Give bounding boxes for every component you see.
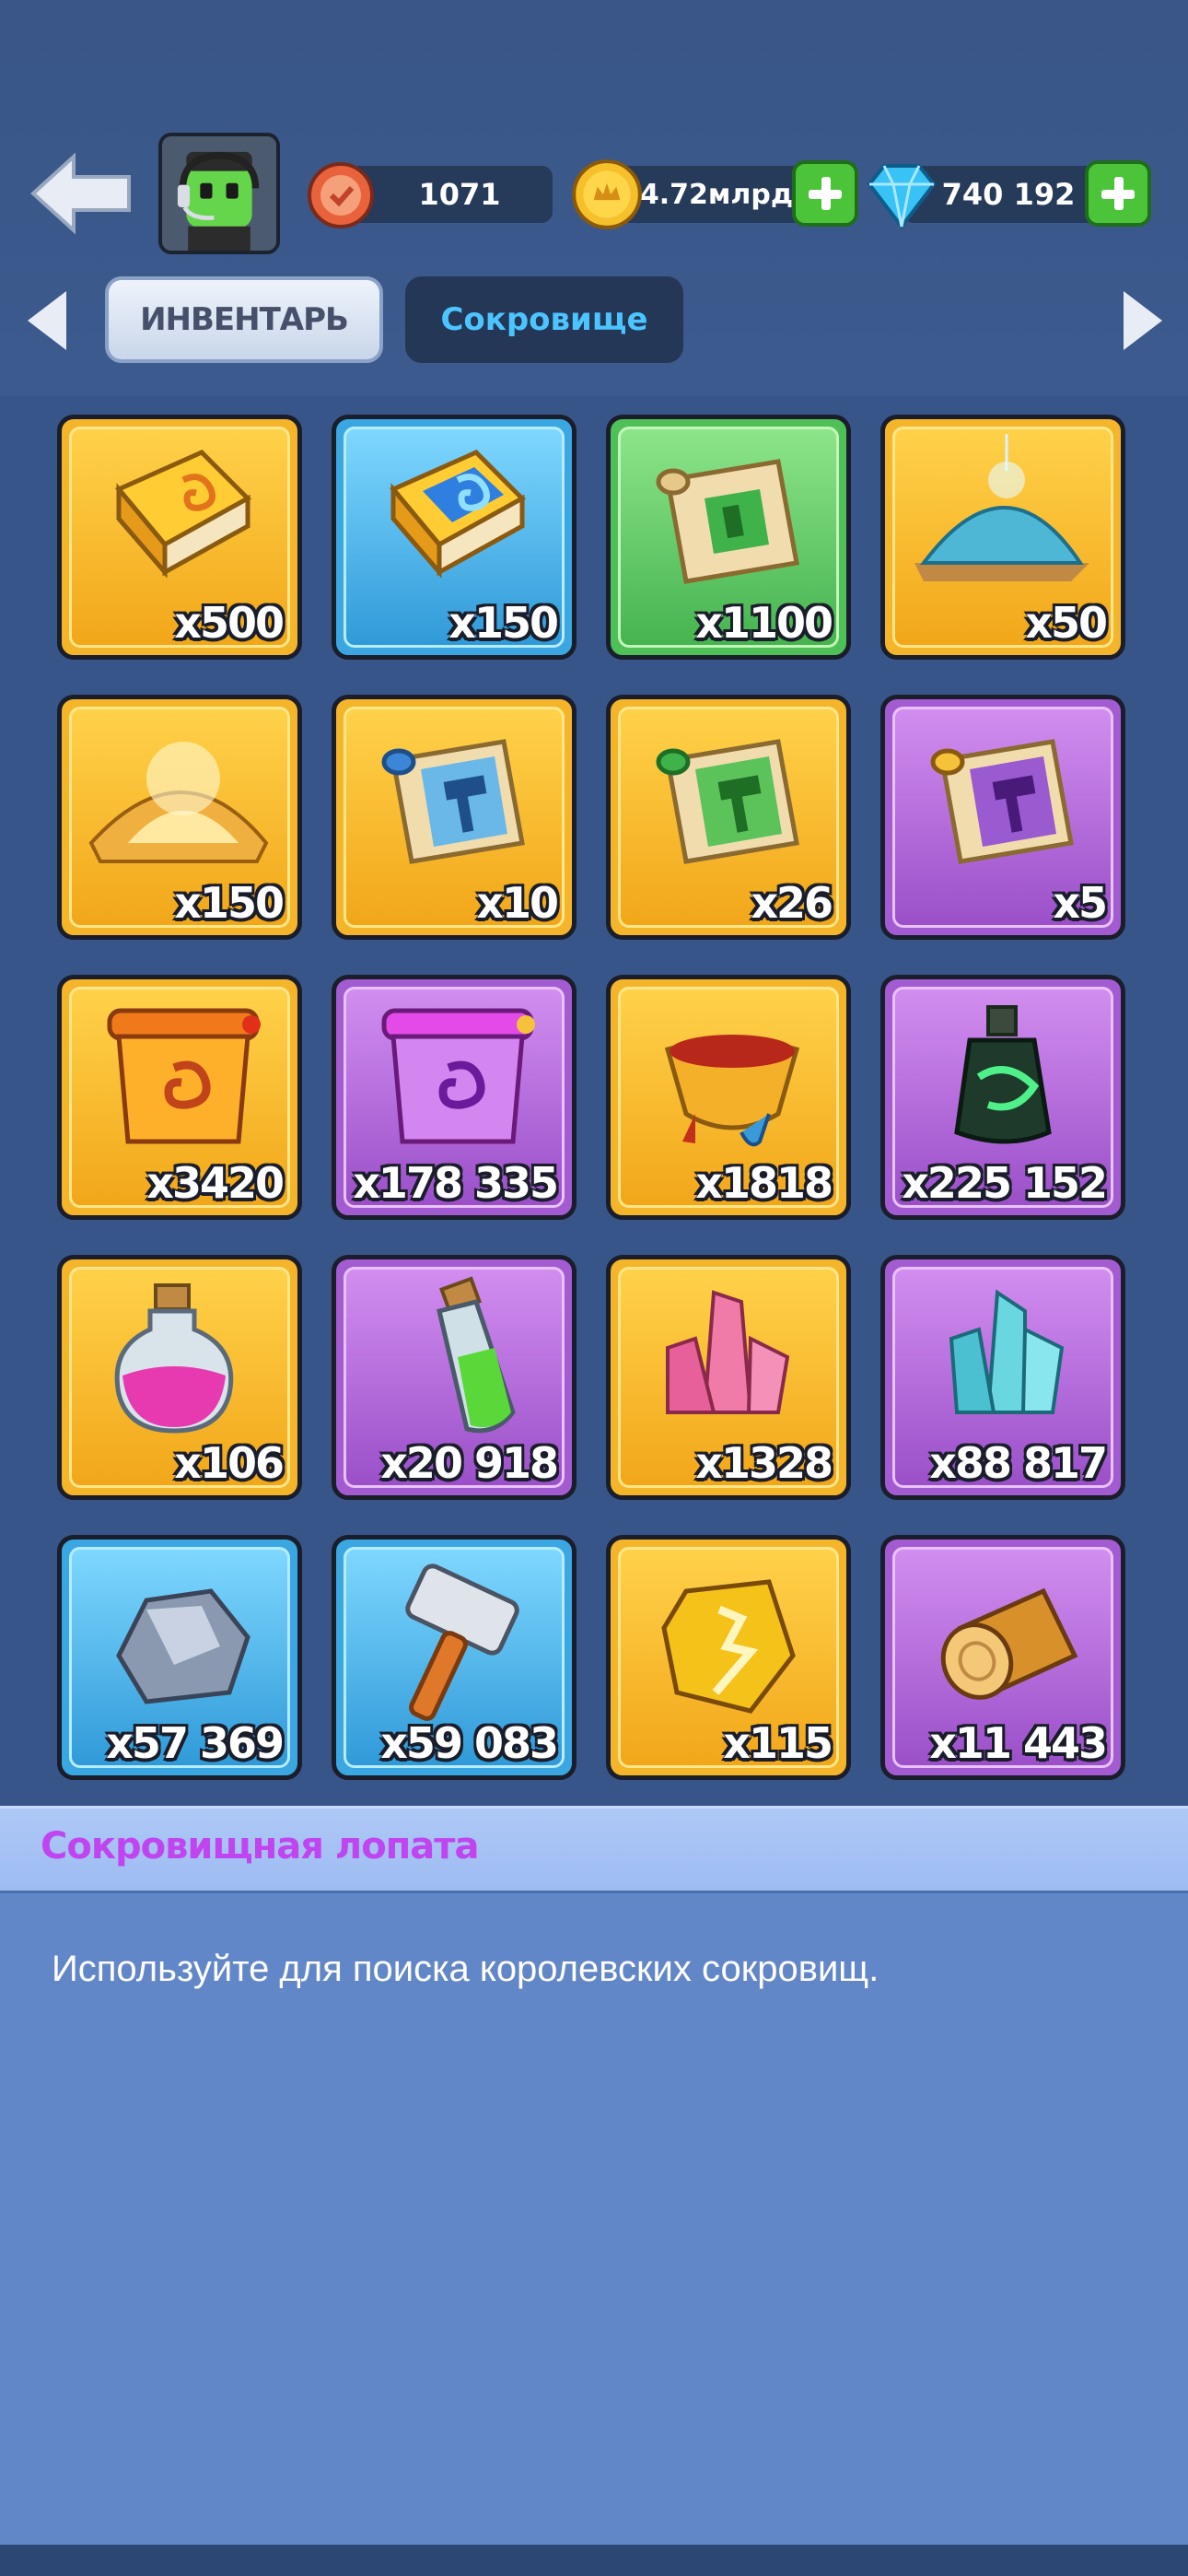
back-arrow-icon[interactable] xyxy=(26,147,136,240)
item-quantity: x5 xyxy=(1053,878,1108,928)
pink-crystal-icon xyxy=(666,1290,790,1414)
green-poison-bottle-icon xyxy=(954,1005,1052,1144)
item-detail-panel: Используйте для поиска королевских сокро… xyxy=(0,1891,1188,2547)
item-quantity: x11 443 xyxy=(929,1718,1108,1768)
wood-log-icon xyxy=(940,1587,1078,1700)
red-potion-bowl-icon xyxy=(664,1035,800,1147)
tab-treasure-label: Сокровище xyxy=(440,301,648,338)
item-quantity: x20 918 xyxy=(380,1438,559,1488)
tab-inventory-label: ИНВЕНТАРЬ xyxy=(140,301,349,338)
golden-spellbook-icon xyxy=(114,450,252,579)
item-quantity: x3420 xyxy=(146,1158,285,1208)
gold-coin-icon xyxy=(572,159,642,229)
item-quantity: x26 xyxy=(751,878,833,928)
inventory-slot[interactable]: x88 817 xyxy=(880,1255,1125,1500)
inventory-slot[interactable]: x1328 xyxy=(606,1255,851,1500)
item-quantity: x88 817 xyxy=(929,1438,1108,1488)
purple-hammer-scroll-icon xyxy=(930,739,1074,864)
golden-dust-pile-icon xyxy=(88,742,269,863)
orange-spiral-scroll-icon xyxy=(107,1008,261,1144)
inventory-slot[interactable]: x10 xyxy=(332,695,577,940)
item-quantity: x115 xyxy=(723,1718,833,1768)
hammer-icon xyxy=(405,1563,519,1721)
cyan-crystal-icon xyxy=(949,1289,1065,1414)
item-quantity: x106 xyxy=(174,1438,285,1488)
blue-spellbook-icon xyxy=(389,450,527,579)
stone-ore-icon xyxy=(116,1588,250,1704)
inventory-slot[interactable]: x106 xyxy=(57,1255,302,1500)
item-quantity: x150 xyxy=(174,878,285,928)
item-quantity: x57 369 xyxy=(106,1718,285,1768)
tab-prev-arrow-icon[interactable] xyxy=(20,286,72,356)
tab-treasure[interactable]: Сокровище xyxy=(405,276,683,363)
inventory-slot[interactable]: x57 369 xyxy=(57,1535,302,1780)
blue-sand-pile-icon xyxy=(914,434,1089,581)
inventory-slot[interactable]: x11 443 xyxy=(880,1535,1125,1780)
green-potion-vial-icon xyxy=(437,1276,516,1434)
item-quantity: x1100 xyxy=(695,598,833,648)
inventory-slot[interactable]: x5 xyxy=(880,695,1125,940)
top-bar: 1071 4.72млрд 740 192 ИНВЕНТАРЬ Сокровищ… xyxy=(0,0,1188,396)
inventory-slot[interactable]: x115 xyxy=(606,1535,851,1780)
add-gems-button[interactable] xyxy=(1085,160,1151,227)
inventory-slot[interactable]: x150 xyxy=(57,695,302,940)
inventory-slot[interactable]: x178 335 xyxy=(332,975,577,1220)
purple-spiral-scroll-icon xyxy=(381,1008,535,1144)
item-quantity: x10 xyxy=(476,878,559,928)
inventory-slot[interactable]: x3420 xyxy=(57,975,302,1220)
inventory-slot[interactable]: x1818 xyxy=(606,975,851,1220)
avatar[interactable] xyxy=(158,133,280,254)
inventory-slot[interactable]: x225 152 xyxy=(880,975,1125,1220)
trophy-counter: 1071 xyxy=(348,166,553,223)
item-quantity: x225 152 xyxy=(902,1158,1108,1208)
gold-amount: 4.72млрд xyxy=(639,178,794,211)
golden-rune-stone-icon xyxy=(661,1579,796,1714)
inventory-slot[interactable]: x50 xyxy=(880,415,1125,660)
inventory-slot[interactable]: x59 083 xyxy=(332,1535,577,1780)
tab-next-arrow-icon[interactable] xyxy=(1118,286,1170,356)
item-quantity: x150 xyxy=(448,598,559,648)
pink-potion-flask-icon xyxy=(114,1283,234,1434)
gem-amount: 740 192 xyxy=(941,177,1076,212)
bottom-edge xyxy=(0,2545,1188,2576)
trophy-medal-icon xyxy=(308,162,374,228)
item-quantity: x500 xyxy=(174,598,285,648)
inventory-slot[interactable]: x20 918 xyxy=(332,1255,577,1500)
item-quantity: x1818 xyxy=(695,1158,833,1208)
green-scroll-icon xyxy=(656,459,799,584)
inventory-slot[interactable]: x1100 xyxy=(606,415,851,660)
item-detail-title: Сокровищная лопата xyxy=(41,1825,479,1868)
item-quantity: x59 083 xyxy=(380,1718,559,1768)
add-gold-button[interactable] xyxy=(792,160,858,227)
tab-inventory[interactable]: ИНВЕНТАРЬ xyxy=(105,276,383,363)
item-quantity: x50 xyxy=(1025,598,1108,648)
inventory-slot[interactable]: x150 xyxy=(332,415,577,660)
item-detail-description: Используйте для поиска королевских сокро… xyxy=(52,1949,879,1989)
blue-hammer-scroll-icon xyxy=(381,739,525,864)
inventory-slot[interactable]: x26 xyxy=(606,695,851,940)
item-detail-header: Сокровищная лопата xyxy=(0,1806,1188,1893)
trophy-count: 1071 xyxy=(418,177,501,212)
diamond-icon xyxy=(867,164,937,230)
inventory-slot[interactable]: x500 xyxy=(57,415,302,660)
inventory-grid: x500 x150 x1100 x50 x150 x10 x26 x5 x342… xyxy=(37,396,1151,1797)
item-quantity: x1328 xyxy=(695,1438,833,1488)
green-hammer-scroll-icon xyxy=(656,739,799,864)
item-quantity: x178 335 xyxy=(353,1158,559,1208)
